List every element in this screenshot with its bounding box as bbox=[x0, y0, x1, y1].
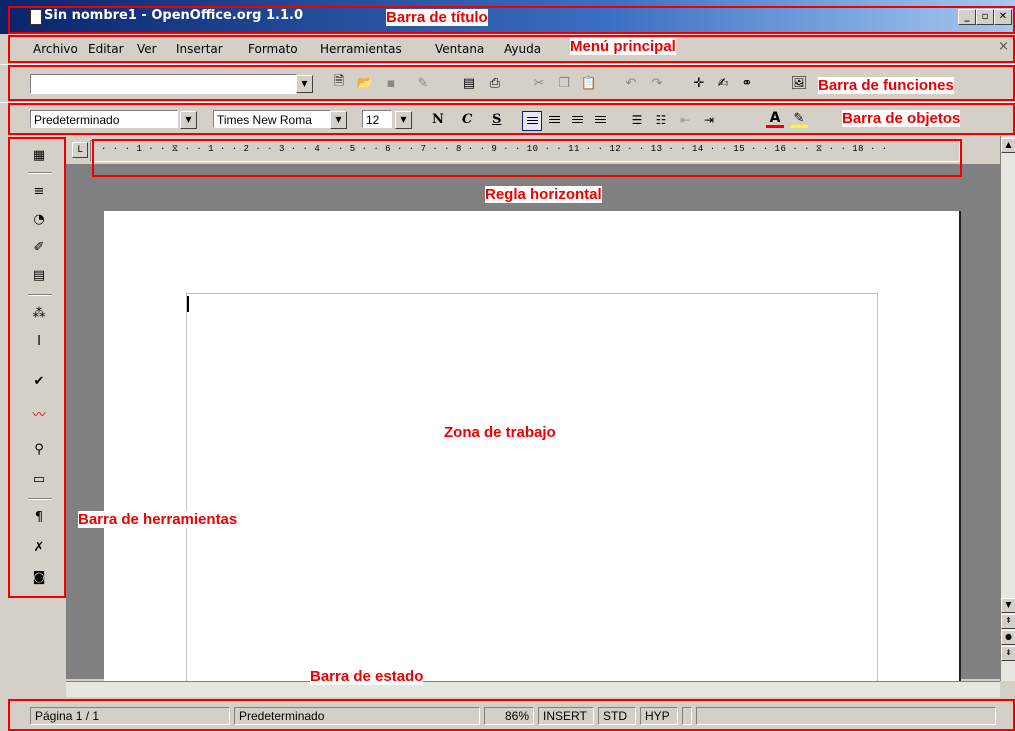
scroll-up-button[interactable]: ▲ bbox=[1001, 138, 1015, 153]
annotation-box-ruler bbox=[92, 139, 962, 177]
horizontal-scrollbar[interactable] bbox=[66, 681, 1000, 697]
label-main-menu: Menú principal bbox=[570, 38, 676, 55]
label-work-area: Zona de trabajo bbox=[444, 424, 556, 441]
annotation-box-status-bar bbox=[8, 699, 1015, 731]
label-status-bar: Barra de estado bbox=[310, 668, 424, 685]
previous-page-button[interactable]: ⇞ bbox=[1001, 614, 1015, 629]
text-cursor bbox=[187, 296, 189, 312]
text-boundaries[interactable] bbox=[186, 293, 878, 684]
label-ruler: Regla horizontal bbox=[485, 186, 602, 203]
scroll-down-button[interactable]: ▼ bbox=[1001, 598, 1015, 613]
label-objects-bar: Barra de objetos bbox=[842, 110, 961, 127]
tab-stop-button[interactable]: L bbox=[72, 142, 88, 158]
annotation-box-title-bar bbox=[8, 6, 1015, 34]
label-tools-bar: Barra de herramientas bbox=[78, 511, 238, 528]
label-title-bar: Barra de título bbox=[386, 9, 488, 26]
label-functions-bar: Barra de funciones bbox=[818, 77, 954, 94]
next-page-button[interactable]: ⇟ bbox=[1001, 646, 1015, 661]
navigation-button[interactable]: ● bbox=[1001, 630, 1015, 645]
annotation-box-tools-bar bbox=[8, 137, 66, 598]
annotation-box-main-menu bbox=[8, 35, 1015, 63]
